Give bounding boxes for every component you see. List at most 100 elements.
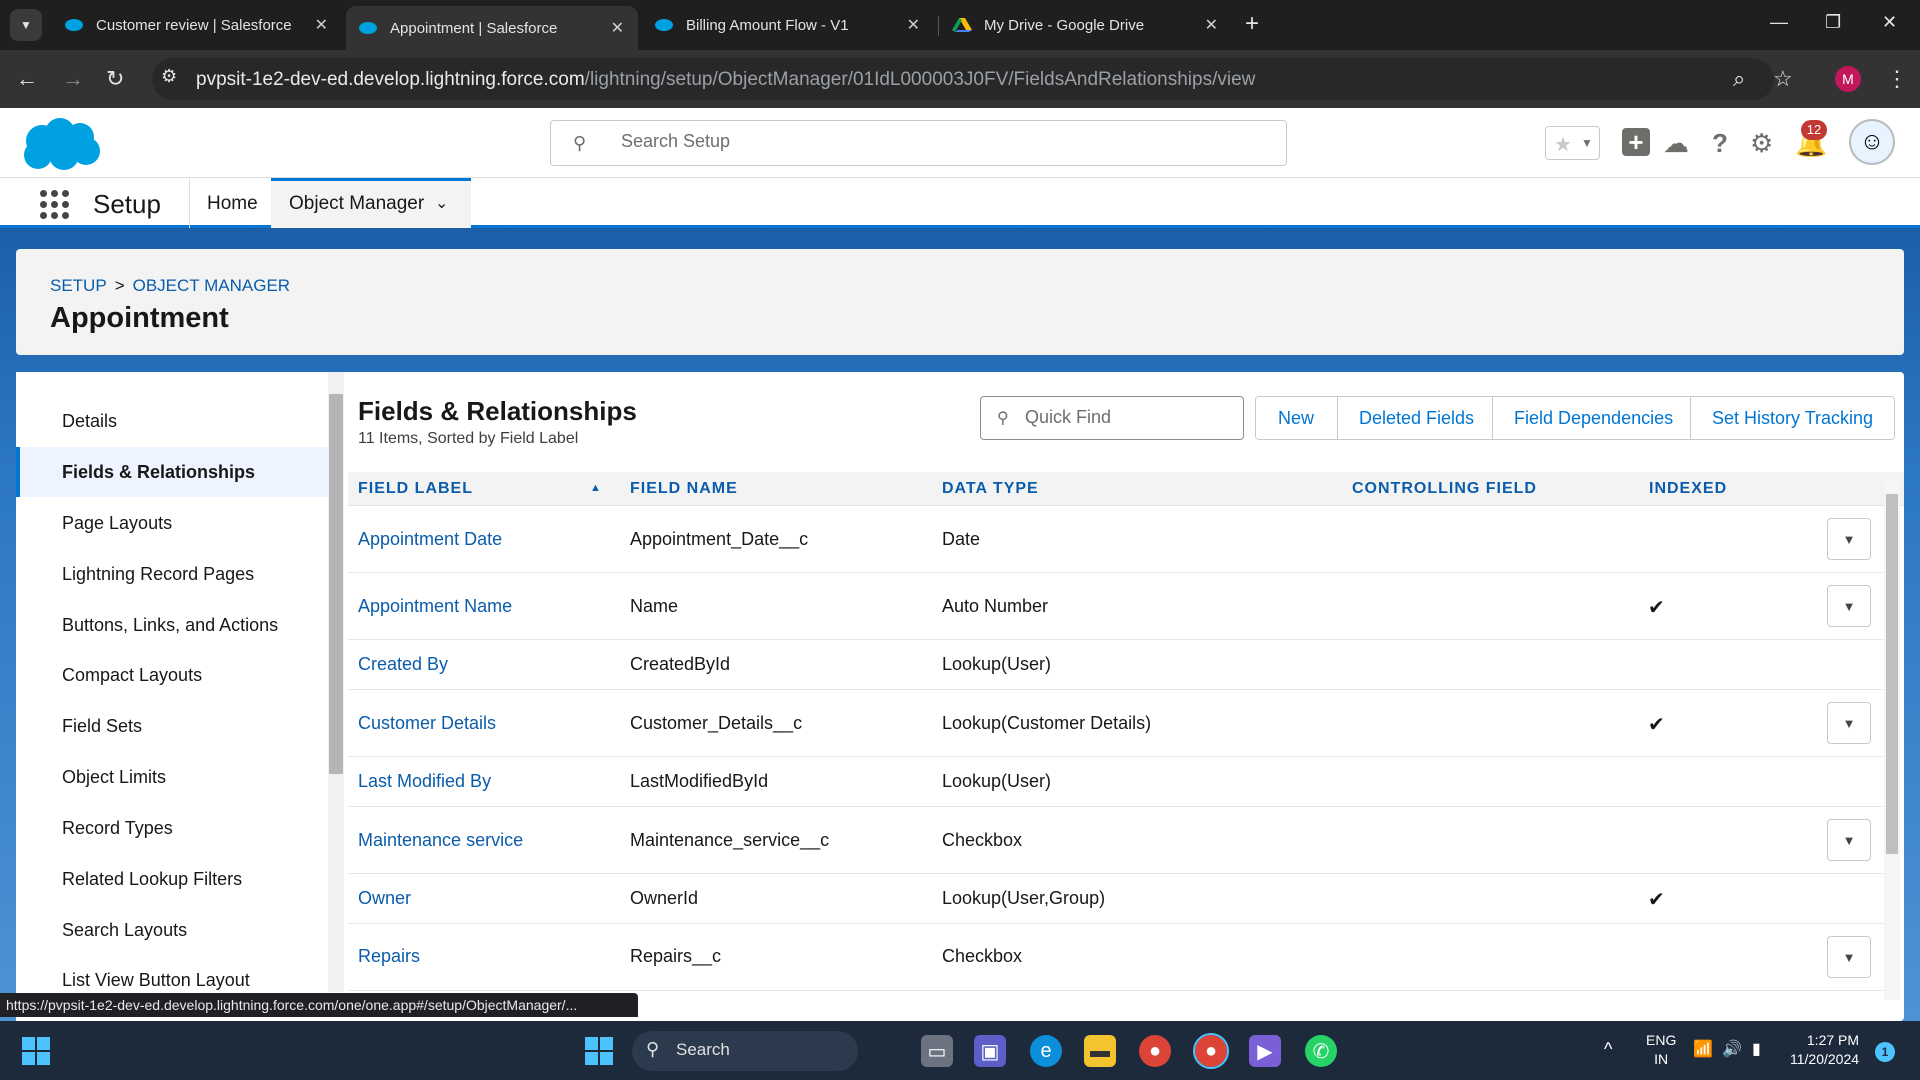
sidebar-item-page-layouts[interactable]: Page Layouts bbox=[16, 498, 328, 548]
sidebar-item-object-limits[interactable]: Object Limits bbox=[16, 752, 328, 802]
chevron-down-icon[interactable]: ▼ bbox=[1581, 136, 1593, 150]
wifi-icon[interactable]: 📶 bbox=[1693, 1040, 1713, 1059]
sidebar-scrollbar[interactable] bbox=[328, 372, 344, 992]
url-text[interactable]: pvpsit-1e2-dev-ed.develop.lightning.forc… bbox=[196, 69, 1255, 91]
chrome-icon[interactable]: ● bbox=[1139, 1035, 1171, 1067]
widgets-icon[interactable] bbox=[22, 1037, 50, 1065]
tab-google-drive[interactable]: My Drive - Google Drive ✕ bbox=[940, 6, 1232, 44]
clock-date: 11/20/2024 bbox=[1790, 1051, 1860, 1067]
row-actions-dropdown[interactable]: ▼ bbox=[1827, 585, 1871, 627]
field-label-link[interactable]: Maintenance service bbox=[358, 830, 523, 851]
site-info-icon[interactable]: ⚙ bbox=[161, 66, 177, 87]
table-row: Repairs Repairs__c Checkbox ▼ bbox=[348, 924, 1883, 991]
field-label-link[interactable]: Repairs bbox=[358, 946, 420, 967]
browser-menu-icon[interactable]: ⋮ bbox=[1886, 66, 1908, 92]
field-dependencies-button[interactable]: Field Dependencies bbox=[1493, 397, 1691, 439]
field-label-link[interactable]: Appointment Name bbox=[358, 596, 512, 617]
column-controlling-field[interactable]: CONTROLLING FIELD bbox=[1352, 480, 1537, 498]
quick-find-box[interactable]: ⚲ bbox=[980, 396, 1244, 440]
sidebar-item-search-layouts[interactable]: Search Layouts bbox=[16, 905, 328, 955]
set-history-tracking-button[interactable]: Set History Tracking bbox=[1691, 397, 1894, 439]
salesforce-logo-icon[interactable] bbox=[20, 117, 102, 171]
close-tab-icon[interactable]: ✕ bbox=[907, 15, 920, 35]
setup-search-input[interactable] bbox=[621, 131, 1221, 152]
chrome-profile-icon[interactable]: ● bbox=[1193, 1033, 1229, 1069]
sidebar-scroll-thumb[interactable] bbox=[329, 394, 343, 774]
chevron-up-icon[interactable]: ^ bbox=[1604, 1040, 1612, 1059]
new-tab-button[interactable]: + bbox=[1245, 10, 1259, 38]
browser-profile-avatar[interactable]: M bbox=[1835, 66, 1861, 92]
clock[interactable]: 1:27 PM 11/20/2024 bbox=[1790, 1031, 1859, 1069]
start-windows-icon[interactable] bbox=[585, 1037, 613, 1065]
column-indexed[interactable]: INDEXED bbox=[1649, 480, 1727, 498]
back-arrow-icon[interactable]: ← bbox=[16, 66, 38, 92]
whatsapp-icon[interactable]: ✆ bbox=[1305, 1035, 1337, 1067]
nav-item-home[interactable]: Home bbox=[207, 193, 258, 215]
zoom-icon[interactable]: ⌕ bbox=[1733, 66, 1745, 92]
sidebar-item-buttons-links-actions[interactable]: Buttons, Links, and Actions bbox=[16, 600, 328, 650]
sidebar-item-field-sets[interactable]: Field Sets bbox=[16, 701, 328, 751]
app-launcher-icon[interactable] bbox=[40, 190, 69, 219]
row-actions-dropdown[interactable]: ▼ bbox=[1827, 936, 1871, 978]
row-actions-dropdown[interactable]: ▼ bbox=[1827, 702, 1871, 744]
row-actions-dropdown[interactable]: ▼ bbox=[1827, 518, 1871, 560]
restore-window-icon[interactable]: ❐ bbox=[1825, 12, 1841, 33]
field-label-link[interactable]: Customer Details bbox=[358, 713, 496, 734]
favorites-button[interactable]: ★ ▼ bbox=[1545, 126, 1600, 160]
tab-customer-review[interactable]: Customer review | Salesforce ✕ bbox=[52, 6, 342, 44]
bookmark-star-icon[interactable]: ☆ bbox=[1773, 66, 1793, 92]
user-avatar[interactable]: ☺ bbox=[1849, 119, 1895, 165]
quick-find-input[interactable] bbox=[1025, 407, 1235, 428]
minimize-window-icon[interactable]: — bbox=[1770, 12, 1788, 33]
reload-icon[interactable]: ↻ bbox=[106, 66, 124, 92]
field-label-link[interactable]: Owner bbox=[358, 888, 411, 909]
trailhead-icon[interactable]: ☁ bbox=[1663, 128, 1689, 159]
file-explorer-icon[interactable]: ▬ bbox=[1084, 1035, 1116, 1067]
sidebar-item-details[interactable]: Details bbox=[16, 396, 328, 446]
breadcrumb-setup[interactable]: SETUP bbox=[50, 276, 107, 295]
sidebar-item-related-lookup-filters[interactable]: Related Lookup Filters bbox=[16, 854, 328, 904]
global-actions-plus-icon[interactable]: + bbox=[1622, 128, 1650, 156]
column-field-label[interactable]: FIELD LABEL bbox=[358, 480, 473, 498]
field-label-link[interactable]: Last Modified By bbox=[358, 771, 491, 792]
chevron-down-icon[interactable]: ⌄ bbox=[435, 193, 448, 213]
gear-icon[interactable]: ⚙ bbox=[1750, 128, 1773, 159]
close-window-icon[interactable]: ✕ bbox=[1882, 12, 1897, 33]
sidebar-item-fields-relationships[interactable]: Fields & Relationships bbox=[16, 447, 328, 497]
taskbar-search[interactable]: ⚲ Search bbox=[632, 1031, 858, 1071]
tab-appointment[interactable]: Appointment | Salesforce ✕ bbox=[346, 6, 638, 50]
sidebar-item-lightning-record-pages[interactable]: Lightning Record Pages bbox=[16, 549, 328, 599]
clipchamp-icon[interactable]: ▶ bbox=[1249, 1035, 1281, 1067]
item-count: 11 Items, Sorted by Field Label bbox=[358, 430, 579, 447]
tab-billing-amount-flow[interactable]: Billing Amount Flow - V1 ✕ bbox=[642, 6, 934, 44]
notification-center-badge[interactable]: 1 bbox=[1875, 1042, 1895, 1062]
close-tab-icon[interactable]: ✕ bbox=[315, 15, 328, 35]
forward-arrow-icon[interactable]: → bbox=[62, 66, 84, 92]
row-actions-dropdown[interactable]: ▼ bbox=[1827, 819, 1871, 861]
volume-icon[interactable]: 🔊 bbox=[1722, 1040, 1742, 1059]
tab-search-button[interactable]: ▼ bbox=[10, 9, 42, 41]
language-indicator[interactable]: ENG IN bbox=[1646, 1031, 1676, 1069]
new-button[interactable]: New bbox=[1256, 397, 1338, 439]
battery-icon[interactable]: ▮ bbox=[1752, 1040, 1761, 1059]
setup-search-box[interactable]: ⚲ bbox=[550, 120, 1287, 166]
sort-ascending-icon[interactable]: ▲ bbox=[590, 482, 601, 494]
breadcrumb-object-manager[interactable]: OBJECT MANAGER bbox=[133, 276, 290, 295]
sidebar-item-compact-layouts[interactable]: Compact Layouts bbox=[16, 650, 328, 700]
table-scroll-thumb[interactable] bbox=[1886, 494, 1898, 854]
sidebar-item-record-types[interactable]: Record Types bbox=[16, 803, 328, 853]
close-tab-icon[interactable]: ✕ bbox=[1205, 15, 1218, 35]
teams-chat-icon[interactable]: ▣ bbox=[974, 1035, 1006, 1067]
nav-item-object-manager[interactable]: Object Manager bbox=[289, 193, 424, 215]
close-tab-icon[interactable]: ✕ bbox=[611, 18, 624, 38]
column-field-name[interactable]: FIELD NAME bbox=[630, 480, 738, 498]
field-label-link[interactable]: Created By bbox=[358, 654, 448, 675]
table-scrollbar[interactable] bbox=[1884, 478, 1900, 1000]
help-icon[interactable]: ? bbox=[1712, 128, 1728, 159]
field-label-link[interactable]: Appointment Date bbox=[358, 529, 502, 550]
column-data-type[interactable]: DATA TYPE bbox=[942, 480, 1039, 498]
edge-browser-icon[interactable]: e bbox=[1030, 1035, 1062, 1067]
deleted-fields-button[interactable]: Deleted Fields bbox=[1338, 397, 1493, 439]
task-view-icon[interactable]: ▭ bbox=[921, 1035, 953, 1067]
notification-badge: 12 bbox=[1801, 120, 1827, 140]
